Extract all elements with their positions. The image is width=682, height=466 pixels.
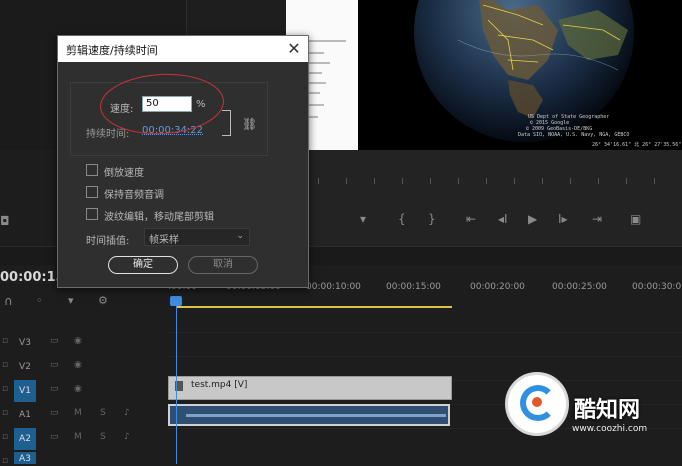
snap-icon[interactable]: ∩ <box>4 294 13 308</box>
video-clip[interactable]: test.mp4 [V] <box>168 376 452 400</box>
ripple-edit-label: 波纹编辑，移动尾部剪辑 <box>104 212 214 223</box>
clip-speed-duration-dialog: 剪辑速度/持续时间 ✕ 速度: 50 % 持续时间: 00:00:34:22 ⛓… <box>57 35 309 288</box>
ruler-label: 00:00:30:0 <box>632 282 682 292</box>
time-interpolation-value: 帧采样 <box>149 235 179 246</box>
track-name[interactable]: A3 <box>14 452 36 464</box>
track-name[interactable]: V2 <box>14 356 36 378</box>
go-to-in-icon[interactable]: } <box>428 212 436 226</box>
sync-lock-icon[interactable]: ▭ <box>50 360 59 370</box>
forward-icon[interactable]: I▸ <box>558 212 568 226</box>
audio-waveform <box>186 414 446 417</box>
watermark-dot-icon <box>532 397 542 407</box>
ruler-label: 00:00:10:00 <box>306 282 361 292</box>
chain-link-icon[interactable]: ⛓ <box>242 117 257 131</box>
watermark-logo <box>505 372 569 436</box>
mark-in-icon[interactable]: ▾ <box>360 212 366 226</box>
audio-clip[interactable] <box>168 404 450 426</box>
sync-lock-icon[interactable]: ▭ <box>50 384 59 394</box>
export-frame-icon[interactable]: ▣ <box>630 212 641 226</box>
timeline-current-time[interactable]: 00:00:15 <box>0 270 65 285</box>
rewind-icon[interactable]: ◂I <box>498 212 508 226</box>
eye-icon[interactable]: ◉ <box>74 360 82 370</box>
globe-caption-line: Data SIO, NOAA, U.S. Navy, NGA, GEBCO <box>518 132 630 138</box>
chevron-down-icon: ⌄ <box>236 231 244 241</box>
camera-icon[interactable]: ◘ <box>0 214 10 228</box>
reverse-speed-checkbox[interactable] <box>86 164 98 176</box>
solo-icon[interactable]: S <box>100 408 106 418</box>
time-interpolation-label: 时间插值: <box>86 236 130 247</box>
work-area-bar[interactable] <box>176 306 452 308</box>
track-name[interactable]: V3 <box>14 332 36 354</box>
sync-lock-icon[interactable]: ▭ <box>50 408 59 418</box>
track-name[interactable]: V1 <box>14 380 36 402</box>
earth-globe-image <box>414 0 634 142</box>
wrench-icon[interactable]: ⚙ <box>98 294 108 307</box>
clip-label: test.mp4 [V] <box>191 380 248 390</box>
ok-button[interactable]: 确定 <box>108 256 178 274</box>
link-bracket <box>222 110 231 136</box>
track-header-v2: ▫ V2 ▭ ◉ <box>0 356 166 378</box>
close-icon[interactable]: ✕ <box>284 39 304 59</box>
track-header-v3: ▫ V3 ▭ ◉ <box>0 332 166 354</box>
maintain-pitch-label: 保持音频音调 <box>104 190 164 201</box>
add-marker-icon[interactable]: ▾ <box>68 294 74 307</box>
dialog-title: 剪辑速度/持续时间 <box>66 44 158 57</box>
dialog-titlebar[interactable]: 剪辑速度/持续时间 ✕ <box>58 36 308 62</box>
eye-icon[interactable]: ◉ <box>74 384 82 394</box>
program-monitor-video: US Dept of State Geographer © 2015 Googl… <box>358 0 682 150</box>
track-header-a3: ▫ A3 <box>0 452 166 466</box>
track-name[interactable]: A1 <box>14 404 36 426</box>
playhead-line[interactable] <box>176 296 177 464</box>
microphone-icon[interactable]: ♪ <box>124 432 130 442</box>
ripple-edit-checkbox[interactable] <box>86 208 98 220</box>
lock-icon[interactable]: ▫ <box>2 456 8 466</box>
ruler-label: 00:00:15:00 <box>386 282 441 292</box>
watermark-brand: 酷知网 <box>574 398 641 423</box>
step-back-icon[interactable]: ⇤ <box>466 212 476 226</box>
ruler-label: 00:00:20:00 <box>470 282 525 292</box>
track-lane-v3[interactable] <box>166 332 682 355</box>
cancel-button[interactable]: 取消 <box>188 256 258 274</box>
ruler-label: 00:00:25:00 <box>552 282 607 292</box>
play-icon[interactable]: ▶ <box>528 212 537 226</box>
track-name[interactable]: A2 <box>14 428 36 450</box>
mark-out-icon[interactable]: { <box>398 212 406 226</box>
time-interpolation-select[interactable]: 帧采样 ⌄ <box>144 228 250 246</box>
mute-icon[interactable]: M <box>74 408 82 418</box>
solo-icon[interactable]: S <box>100 432 106 442</box>
microphone-icon[interactable]: ♪ <box>124 408 130 418</box>
eye-icon[interactable]: ◉ <box>74 336 82 346</box>
lock-icon[interactable]: ▫ <box>2 384 8 394</box>
dialog-body: 速度: 50 % 持续时间: 00:00:34:22 ⛓ 倒放速度 保持音频音调… <box>58 62 308 287</box>
lock-icon[interactable]: ▫ <box>2 336 8 346</box>
lock-icon[interactable]: ▫ <box>2 432 8 442</box>
sync-lock-icon[interactable]: ▭ <box>50 336 59 346</box>
step-forward-icon[interactable]: ⇥ <box>592 212 602 226</box>
sync-lock-icon[interactable]: ▭ <box>50 432 59 442</box>
track-header-a2: ▫ A2 ▭ M S ♪ <box>0 428 166 450</box>
playhead-handle[interactable] <box>170 296 182 306</box>
mute-icon[interactable]: M <box>74 432 82 442</box>
lock-icon[interactable]: ▫ <box>2 408 8 418</box>
reverse-speed-label: 倒放速度 <box>104 168 144 179</box>
lock-icon[interactable]: ▫ <box>2 360 8 370</box>
watermark-url: www.coozhi.com <box>572 424 648 434</box>
monitor-time-ruler[interactable] <box>290 178 682 190</box>
globe-coordinates: 26° 34'16.61" 北 26° 27'35.56" <box>592 142 682 148</box>
linked-selection-icon[interactable]: ◦ <box>36 294 43 307</box>
track-header-a1: ▫ A1 ▭ M S ♪ <box>0 404 166 426</box>
track-header-v1: ▫ V1 ▭ ◉ <box>0 380 166 402</box>
maintain-pitch-checkbox[interactable] <box>86 186 98 198</box>
